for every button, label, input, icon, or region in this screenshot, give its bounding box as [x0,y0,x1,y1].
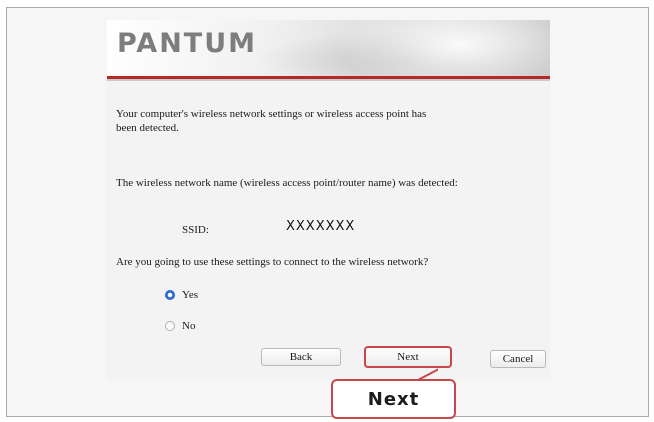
option-no[interactable]: No [165,320,195,332]
pantum-logo: PANTUM [117,28,258,59]
ssid-label: SSID: [182,224,209,236]
radio-no[interactable] [165,321,175,331]
ssid-value: XXXXXXX [286,219,356,234]
network-detected-message: The wireless network name (wireless acce… [116,177,458,189]
back-button[interactable]: Back [261,348,341,366]
option-yes-label: Yes [182,289,199,301]
cancel-button[interactable]: Cancel [490,350,546,368]
radio-yes[interactable] [165,290,175,300]
next-callout-label: Next [331,379,456,419]
header-banner: PANTUM [107,20,550,76]
next-button[interactable]: Next [364,346,452,368]
detected-message: Your computer's wireless network setting… [116,108,427,134]
option-yes[interactable]: Yes [165,289,198,301]
connect-question: Are you going to use these settings to c… [116,256,429,268]
option-no-label: No [182,320,196,332]
